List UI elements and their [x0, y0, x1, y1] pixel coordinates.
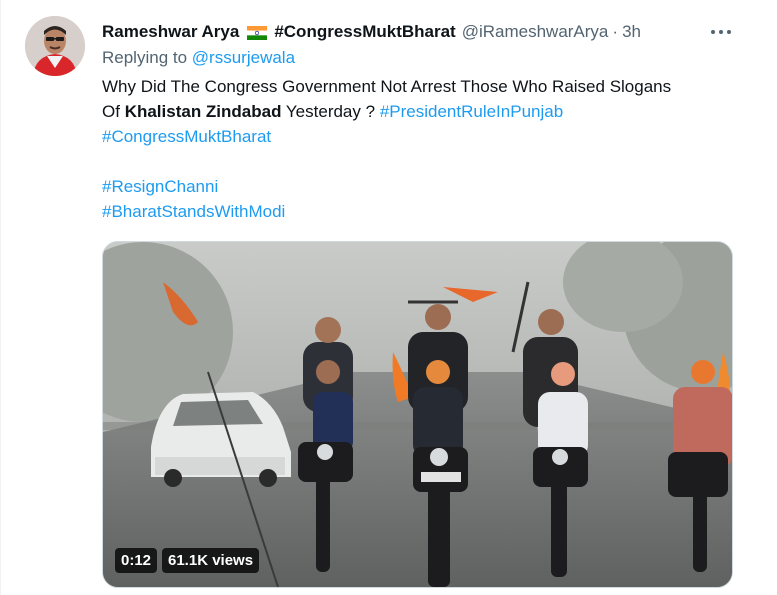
hashtag-link[interactable]: #PresidentRuleInPunjab	[380, 102, 563, 121]
tweet-text-line: Of Khalistan Zindabad Yesterday ? #Presi…	[102, 99, 742, 124]
hashtag-link[interactable]: #BharatStandsWithModi	[102, 202, 285, 221]
avatar-image	[25, 16, 85, 76]
tweet-text-line: #ResignChanni	[102, 174, 742, 199]
author-handle[interactable]: @iRameshwarArya	[462, 22, 609, 42]
avatar[interactable]	[25, 16, 85, 76]
replying-to-label: Replying to	[102, 48, 188, 67]
tweet-text-of: Of	[102, 102, 120, 121]
more-options-icon[interactable]	[707, 22, 735, 42]
tweet-text-line: #BharatStandsWithModi	[102, 199, 742, 224]
tweet-card[interactable]: Rameshwar Arya #CongressMuktBharat @iRam…	[0, 0, 777, 595]
more-dot	[727, 30, 731, 34]
india-flag-icon	[247, 25, 268, 40]
tweet-header: Rameshwar Arya #CongressMuktBharat @iRam…	[102, 20, 641, 44]
tweet-text-line: #CongressMuktBharat	[102, 124, 742, 149]
more-dot	[719, 30, 723, 34]
author-name-hashtag[interactable]: #CongressMuktBharat	[274, 22, 455, 42]
more-dot	[711, 30, 715, 34]
hashtag-link[interactable]: #ResignChanni	[102, 177, 218, 196]
car	[151, 392, 291, 487]
tweet-text-line: Why Did The Congress Government Not Arre…	[102, 74, 742, 99]
video-views-badge: 61.1K views	[162, 548, 260, 573]
tweet-text: Why Did The Congress Government Not Arre…	[102, 74, 742, 224]
video-player[interactable]: 0:12 61.1K views	[102, 241, 733, 588]
hashtag-link[interactable]: #CongressMuktBharat	[102, 127, 271, 146]
separator-dot: ·	[612, 22, 619, 41]
tweet-text-bold-phrase: Khalistan Zindabad	[124, 102, 282, 121]
tweet-text-yesterday: Yesterday ?	[285, 102, 376, 121]
tweet-timestamp[interactable]: 3h	[622, 22, 641, 42]
video-duration-badge: 0:12	[115, 548, 158, 573]
video-thumbnail	[103, 242, 732, 587]
reply-mention-link[interactable]: @rssurjewala	[192, 48, 295, 67]
author-name[interactable]: Rameshwar Arya	[102, 22, 239, 42]
replying-to: Replying to @rssurjewala	[102, 48, 295, 68]
tweet-text-line1: Why Did The Congress Government Not Arre…	[102, 77, 672, 96]
